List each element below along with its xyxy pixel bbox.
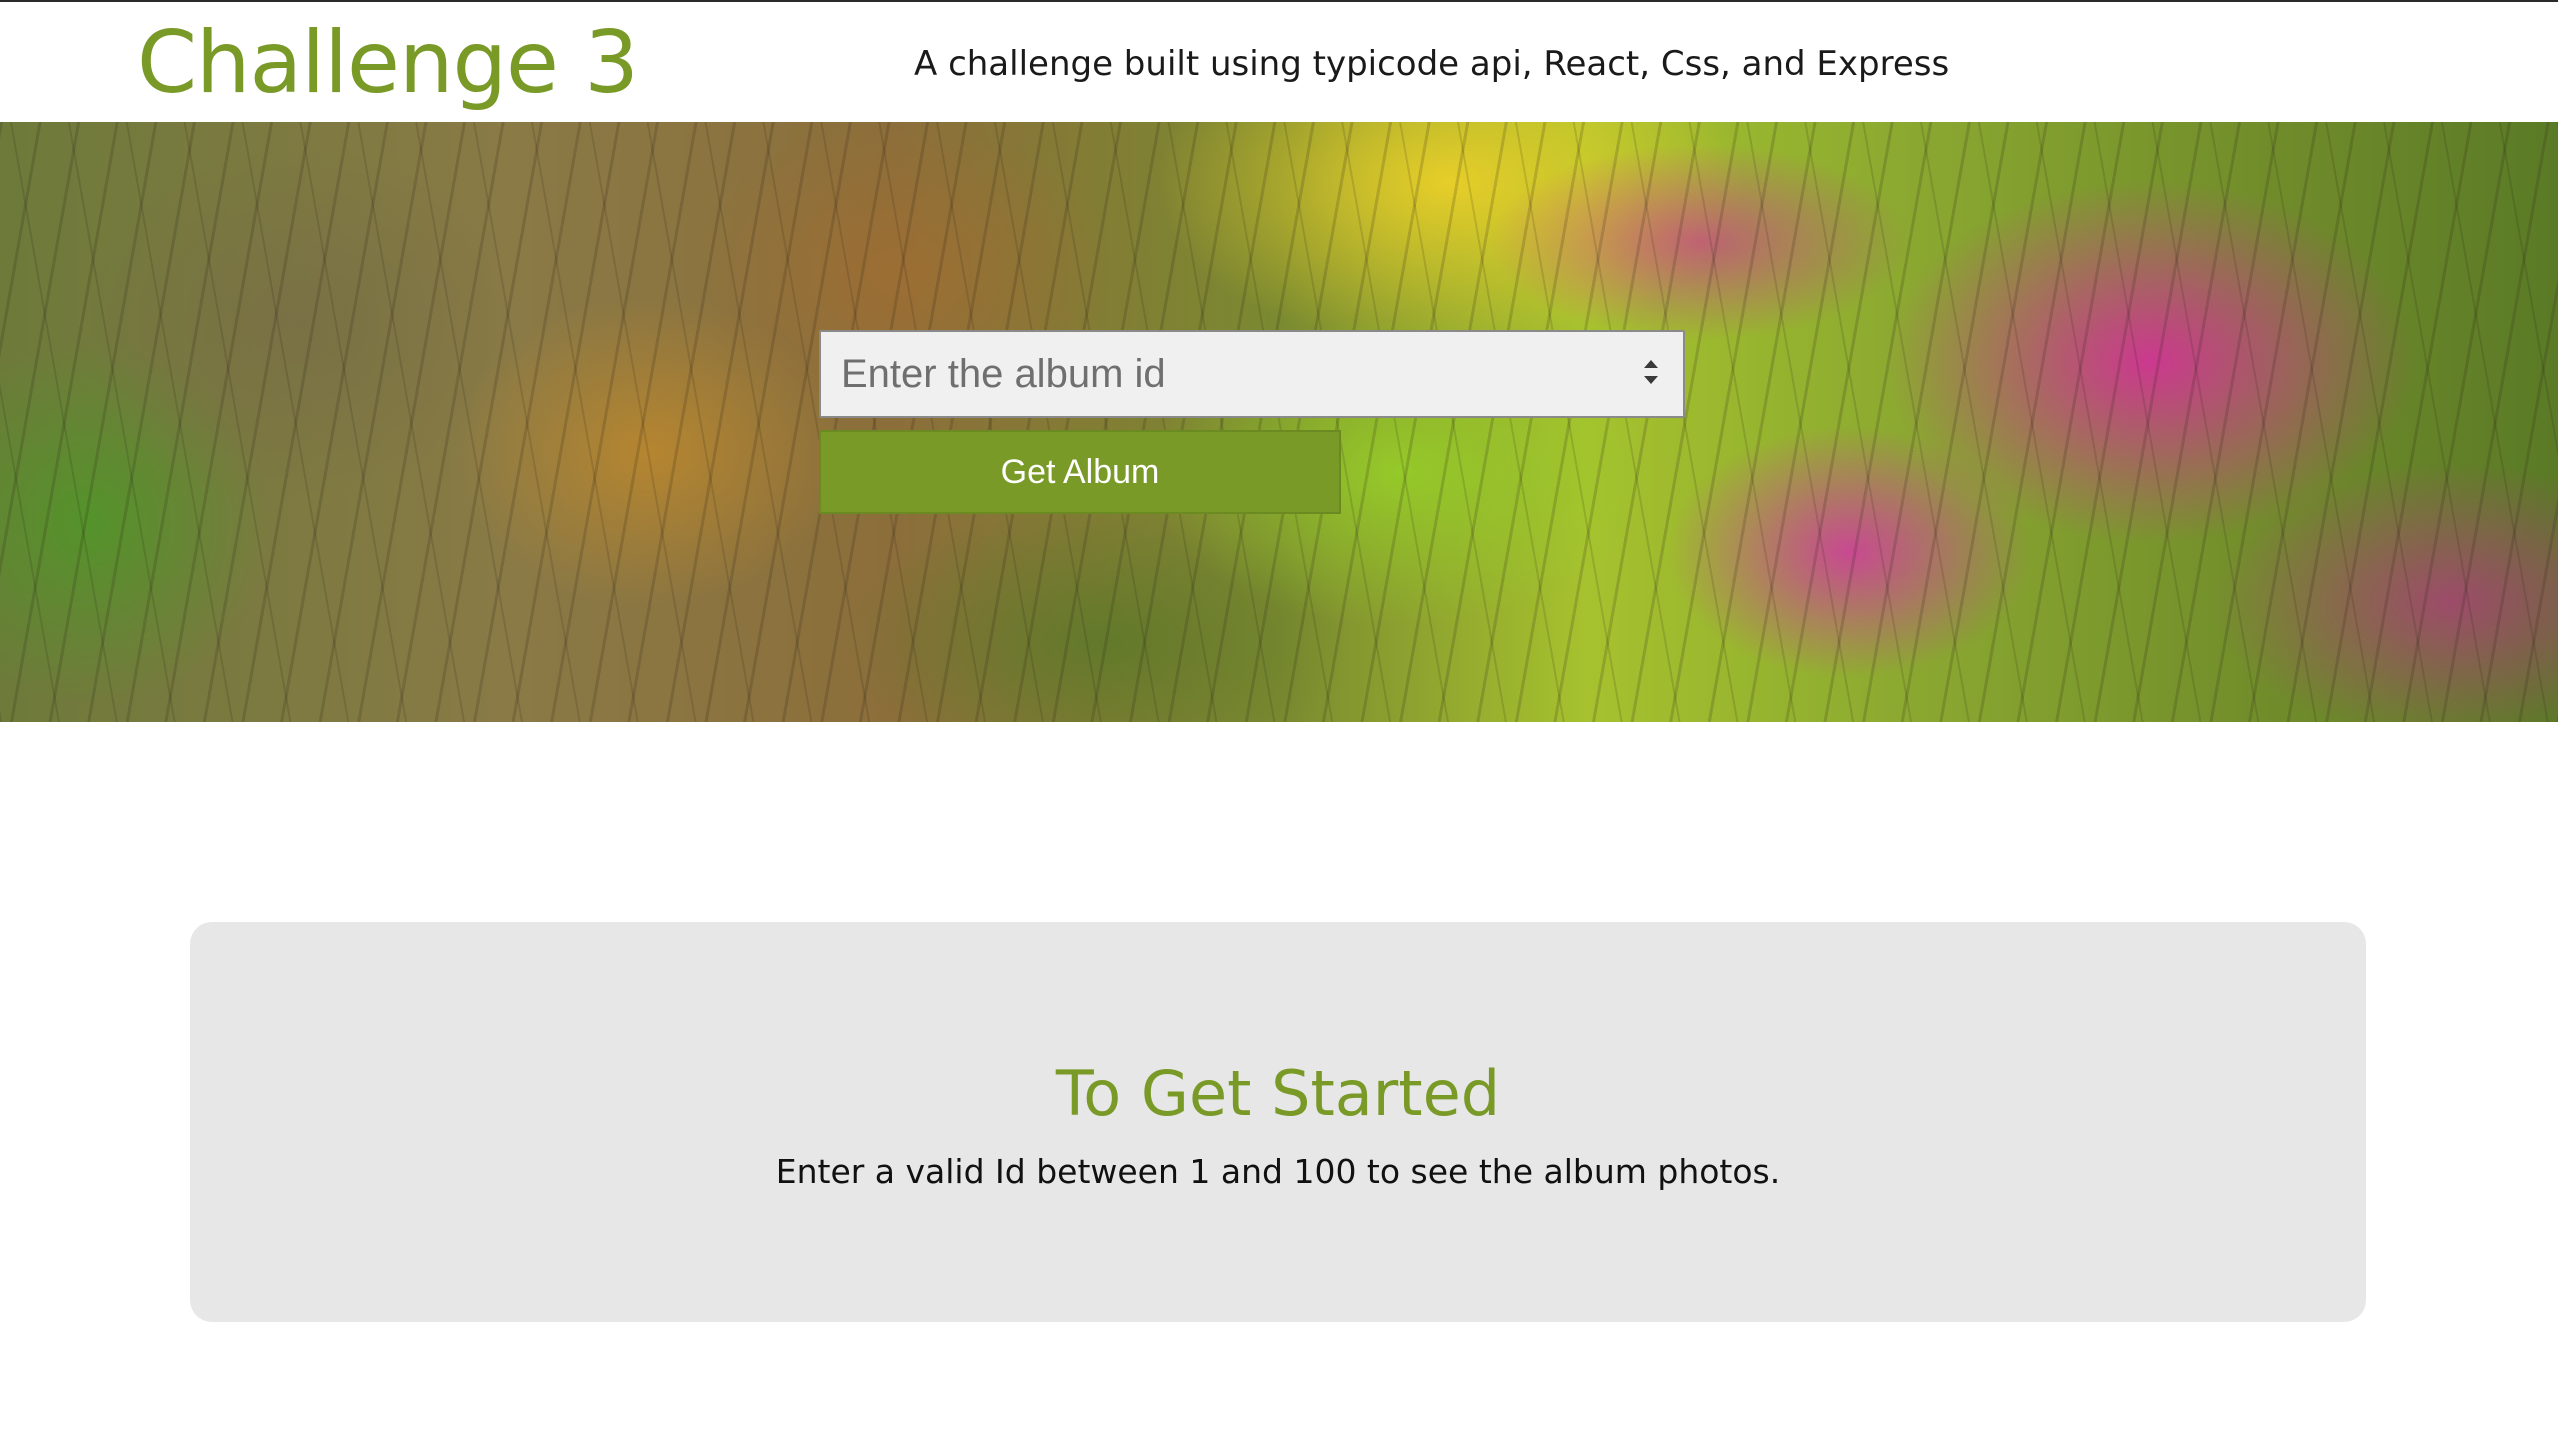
spin-up-icon[interactable] — [1644, 360, 1658, 368]
header: Challenge 3 A challenge built using typi… — [0, 2, 2558, 122]
hero-texture — [0, 122, 2558, 722]
info-card: To Get Started Enter a valid Id between … — [190, 922, 2366, 1322]
album-id-input[interactable] — [819, 330, 1685, 418]
info-card-text: Enter a valid Id between 1 and 100 to se… — [775, 1152, 1781, 1191]
spin-down-icon[interactable] — [1644, 376, 1658, 384]
app-title: Challenge 3 — [137, 13, 639, 113]
info-card-title: To Get Started — [1055, 1057, 1501, 1130]
number-spinner-icon[interactable] — [1636, 352, 1666, 396]
get-album-button[interactable]: Get Album — [819, 430, 1341, 514]
app-subtitle: A challenge built using typicode api, Re… — [914, 44, 1950, 84]
page: Challenge 3 A challenge built using typi… — [0, 0, 2558, 1444]
hero-banner — [0, 122, 2558, 722]
